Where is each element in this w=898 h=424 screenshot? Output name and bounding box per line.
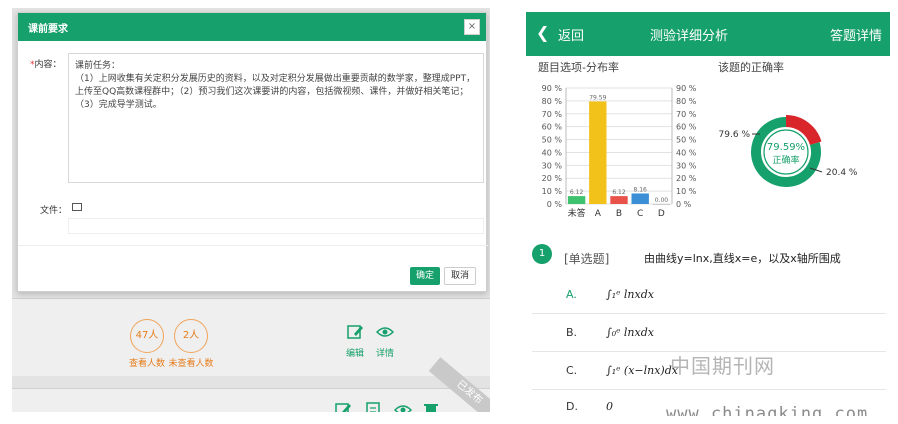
option-text: ∫₁ᵉ (x−lnx)dx [606,364,678,377]
y-tick-label-right: 60 % [676,123,697,132]
bar-0 [567,196,586,204]
option-text: ∫₁ᵉ lnxdx [606,288,654,301]
trash-icon[interactable] [422,401,440,412]
y-tick-label-left: 80 % [542,97,563,106]
chevron-left-icon[interactable]: ❮ [536,23,549,43]
task-card-2 [12,388,490,412]
dialog-title: 课前要求 [28,24,68,35]
bar-data-label: 0.00 [655,197,669,204]
not-viewed-label: 未查看人数 [168,359,214,369]
x-tick-label: C [637,209,643,219]
content-label-text: 内容： [34,60,62,70]
x-tick-label: B [616,209,622,219]
bar-data-label: 6.12 [612,189,626,196]
option-distribution-chart: 0 % 0 % 10 % 10 % 20 % 20 % 30 % 30 % 40 % 40 % 50… [542,84,697,219]
option-text: 0 [606,400,613,413]
option-letter: D. [566,400,578,413]
not-viewed-count[interactable]: 2人 [174,319,208,353]
pre-class-requirement-dialog: 课前要求 × *内容： 课前任务： （1）上网收集有关定积分发展历史的资料，以及… [17,12,488,292]
donut-center-value: 79.59% [767,142,805,153]
answer-details-button[interactable]: 答题详情 [830,25,882,44]
bar-data-label: 6.12 [570,189,584,196]
confirm-button[interactable]: 确定 [410,267,440,285]
y-tick-label-right: 80 % [676,97,697,106]
y-tick-label-left: 30 % [542,161,563,170]
option-text: ∫₀ᵉ lnxdx [606,326,654,339]
y-tick-label-right: 40 % [676,148,697,157]
file-field[interactable] [68,218,484,234]
y-tick-label-left: 0 % [547,200,563,209]
section-title-distribution: 题目选项-分布率 [538,61,619,74]
right-panel: ❮ 返回 测验详细分析 答题详情 题目选项-分布率 该题的正确率 0 % 0 % 1… [526,12,890,416]
y-tick-label-right: 30 % [676,161,697,170]
accuracy-donut-chart: 79.59%正确率 79.6 % 20.4 % [719,115,858,187]
left-panel: 47人 查看人数 2人 未查看人数 编辑 详情 已发布 课前要求 × *内容： … [12,8,490,412]
question-number: 1 [532,244,552,264]
y-tick-label-right: 50 % [676,136,697,145]
x-tick-label: A [595,209,602,219]
page-title: 测验详细分析 [650,29,729,44]
option-letter: B. [566,326,578,339]
content-label: *内容： [30,57,62,70]
question-type: [单选题] [564,252,610,266]
donut-center-label: 正确率 [772,154,799,166]
watermark-text: 中国期刊网 [670,354,775,378]
y-tick-label-left: 60 % [542,123,563,132]
x-tick-label: 未答 [568,207,586,219]
eye-icon[interactable] [376,323,394,341]
y-tick-label-left: 50 % [542,136,563,145]
option-a[interactable]: A. ∫₁ᵉ lnxdx [532,276,886,314]
y-tick-label-left: 20 % [542,174,563,183]
slice-label-incorrect: 20.4 % [826,168,858,178]
edit-icon[interactable] [334,401,352,412]
y-tick-label-right: 10 % [676,187,697,196]
y-tick-label-right: 0 % [676,200,692,209]
top-bar: ❮ 返回 测验详细分析 答题详情 [526,12,890,56]
bar-data-label: 79.59 [589,94,606,101]
dialog-divider [18,245,488,246]
option-b[interactable]: B. ∫₀ᵉ lnxdx [532,314,886,352]
bar-4 [652,204,671,205]
edit-icon[interactable] [346,323,364,341]
y-tick-label-left: 90 % [542,84,563,93]
document-icon[interactable] [364,401,382,412]
dialog-header: 课前要求 × [18,13,486,41]
close-button[interactable]: × [464,19,480,35]
y-tick-label-right: 70 % [676,110,697,119]
option-letter: C. [566,364,578,377]
bar-2 [610,196,628,204]
y-tick-label-left: 40 % [542,148,563,157]
detail-label[interactable]: 详情 [365,346,405,359]
file-label: 文件： [40,206,68,216]
content-textarea[interactable]: 课前任务： （1）上网收集有关定积分发展历史的资料，以及对定积分发展做出重要贡献… [68,53,484,183]
bar-1 [589,101,607,204]
content-text: 课前任务： （1）上网收集有关定积分发展历史的资料，以及对定积分发展做出重要贡献… [75,61,476,110]
y-tick-label-left: 70 % [542,110,563,119]
slice-label-correct: 79.6 % [719,130,751,140]
image-upload-icon[interactable] [72,203,82,211]
section-title-accuracy: 该题的正确率 [718,61,784,74]
y-tick-label-left: 10 % [542,187,563,196]
viewed-count[interactable]: 47人 [130,319,164,353]
cancel-button[interactable]: 取消 [444,267,476,285]
watermark-url: www.chinaqking.com [666,404,869,416]
bar-data-label: 8.16 [634,186,648,193]
back-button[interactable]: 返回 [558,25,584,44]
bar-3 [631,193,649,204]
y-tick-label-right: 90 % [676,84,697,93]
eye-icon[interactable] [394,401,412,412]
y-tick-label-right: 20 % [676,174,697,183]
question-stem: 由曲线y=lnx,直线x=e，以及x轴所围成 [644,252,841,265]
task-card: 47人 查看人数 2人 未查看人数 编辑 详情 [12,298,490,376]
option-letter: A. [566,288,577,301]
x-tick-label: D [658,209,665,219]
